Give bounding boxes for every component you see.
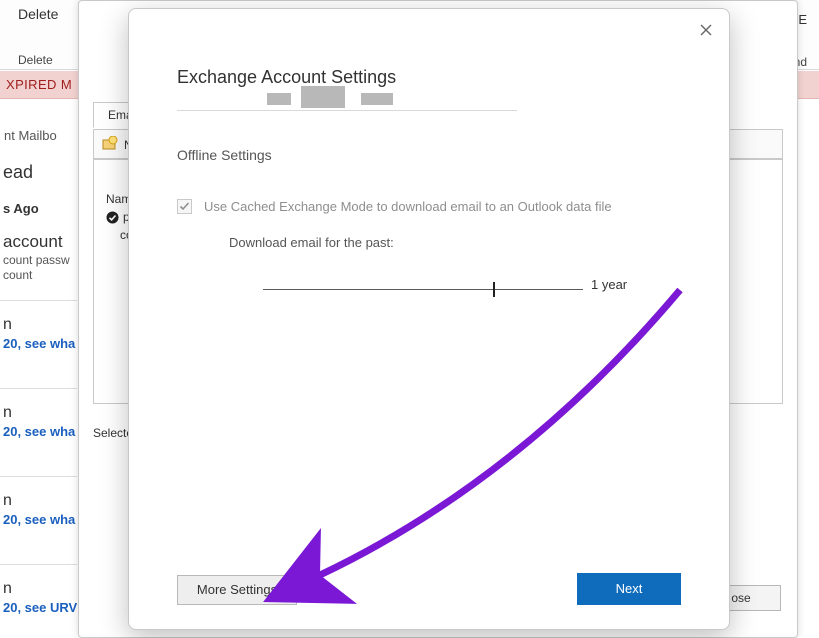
ribbon-delete-big[interactable]: Delete	[18, 6, 58, 22]
banner-text: XPIRED M	[6, 77, 72, 92]
msg-preview-link-3[interactable]: 20, see wha	[3, 424, 75, 439]
divider	[0, 564, 77, 565]
cached-mode-label: Use Cached Exchange Mode to download ema…	[204, 199, 612, 214]
msg-preview-link-5[interactable]: 20, see URV	[3, 600, 77, 615]
divider	[0, 300, 77, 301]
exchange-account-settings-dialog: Exchange Account Settings Offline Settin…	[128, 8, 730, 630]
msg-preview-subject-2[interactable]: n	[3, 316, 12, 334]
divider	[0, 476, 77, 477]
msg-preview-subject[interactable]: account	[3, 232, 63, 252]
slider-track	[263, 289, 583, 290]
cached-mode-row: Use Cached Exchange Mode to download ema…	[177, 199, 612, 214]
search-mailbox-placeholder[interactable]: nt Mailbo	[4, 128, 57, 143]
download-past-label: Download email for the past:	[229, 235, 394, 250]
cached-mode-checkbox[interactable]	[177, 199, 192, 214]
divider	[0, 388, 77, 389]
more-settings-button[interactable]: More Settings	[177, 575, 297, 605]
msg-preview-subject-5[interactable]: n	[3, 580, 12, 598]
msg-preview-subject-4[interactable]: n	[3, 492, 12, 510]
msg-preview-link-4[interactable]: 20, see wha	[3, 512, 75, 527]
group-header-days-ago: s Ago	[3, 201, 39, 216]
msg-preview-line1: count passw	[3, 253, 70, 267]
title-underline	[177, 95, 517, 111]
msg-preview-line2: count	[3, 268, 32, 282]
unread-heading: ead	[3, 162, 33, 183]
ribbon-delete-group-label: Delete	[18, 53, 53, 67]
next-button[interactable]: Next	[577, 573, 681, 605]
dialog-title: Exchange Account Settings	[177, 67, 396, 88]
slider-value-label: 1 year	[591, 277, 627, 292]
slider-thumb[interactable]	[493, 282, 495, 297]
msg-preview-link-2[interactable]: 20, see wha	[3, 336, 75, 351]
close-icon[interactable]	[697, 23, 715, 41]
offline-settings-heading: Offline Settings	[177, 147, 272, 163]
msg-preview-subject-3[interactable]: n	[3, 404, 12, 422]
download-past-slider[interactable]	[263, 281, 583, 299]
new-account-icon	[102, 136, 118, 152]
default-check-icon	[106, 211, 119, 224]
